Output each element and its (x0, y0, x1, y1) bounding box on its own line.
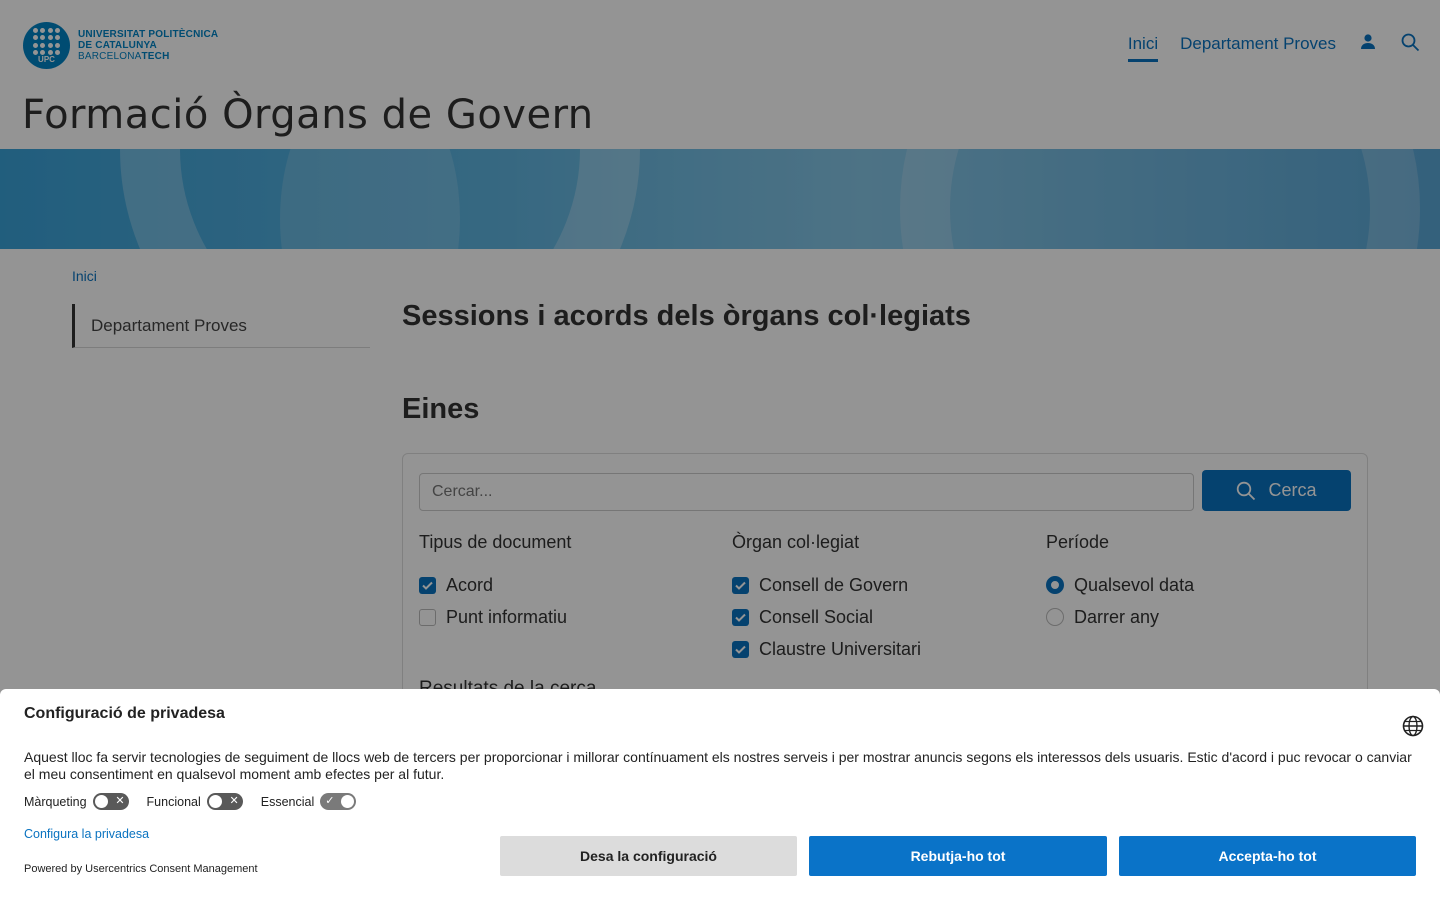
configure-privacy-link[interactable]: Configura la privadesa (24, 827, 149, 841)
toggle-marketing[interactable]: Màrqueting ✕ (24, 793, 129, 810)
switch-on-disabled: ✓ (320, 793, 357, 810)
reject-all-button[interactable]: Rebutja-ho tot (809, 836, 1107, 876)
cookie-banner: Configuració de privadesa Aquest lloc fa… (0, 689, 1440, 900)
save-settings-button[interactable]: Desa la configuració (500, 836, 797, 876)
switch-off[interactable]: ✕ (206, 793, 243, 810)
cookie-title: Configuració de privadesa (24, 705, 225, 722)
language-globe-icon[interactable] (1402, 715, 1424, 737)
switch-off[interactable]: ✕ (92, 793, 129, 810)
cookie-description: Aquest lloc fa servir tecnologies de seg… (24, 749, 1412, 782)
accept-all-button[interactable]: Accepta-ho tot (1119, 836, 1416, 876)
toggle-functional[interactable]: Funcional ✕ (147, 793, 243, 810)
toggle-essential: Essencial ✓ (261, 793, 357, 810)
powered-by: Powered by Usercentrics Consent Manageme… (24, 863, 258, 875)
consent-toggles: Màrqueting ✕ Funcional ✕ Essencial ✓ (24, 793, 357, 810)
